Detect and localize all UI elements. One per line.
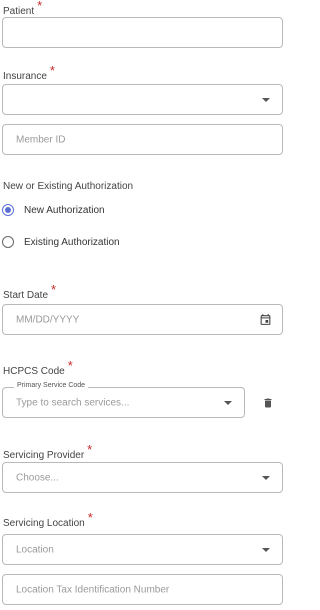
chevron-down-icon <box>262 547 270 552</box>
chevron-down-icon <box>262 475 270 480</box>
required-asterisk: * <box>51 282 57 297</box>
start-date-input[interactable]: MM/DD/YYYY <box>2 304 283 335</box>
trash-icon[interactable] <box>262 396 274 410</box>
insurance-label: Insurance * <box>3 63 55 82</box>
authorization-label: New or Existing Authorization <box>3 181 134 192</box>
member-id-input[interactable]: Member ID <box>2 124 283 155</box>
servicing-provider-select[interactable]: Choose... <box>2 462 283 493</box>
start-date-label: Start Date * <box>3 282 57 301</box>
radio-new-authorization[interactable]: New Authorization <box>2 202 105 218</box>
start-date-placeholder: MM/DD/YYYY <box>16 314 80 325</box>
servicing-provider-placeholder: Choose... <box>16 472 59 483</box>
servicing-location-label: Servicing Location * <box>3 510 93 529</box>
servicing-location-select[interactable]: Location <box>2 534 283 565</box>
member-id-placeholder: Member ID <box>16 134 66 145</box>
patient-label: Patient * <box>3 0 43 17</box>
chevron-down-icon <box>262 97 270 102</box>
required-asterisk: * <box>37 0 43 13</box>
radio-unselected-icon[interactable] <box>2 236 14 248</box>
hcpcs-label: HCPCS Code * <box>3 358 73 377</box>
service-search-placeholder: Type to search services... <box>16 397 130 408</box>
servicing-provider-label: Servicing Provider * <box>3 442 93 461</box>
radio-label: New Authorization <box>24 204 105 216</box>
required-asterisk: * <box>67 358 73 373</box>
required-asterisk: * <box>87 510 93 525</box>
location-placeholder: Location <box>16 544 54 555</box>
location-tax-id-input[interactable]: Location Tax Identification Number <box>2 574 283 605</box>
radio-selected-icon[interactable] <box>2 204 14 216</box>
insurance-select[interactable] <box>2 84 283 115</box>
calendar-icon[interactable] <box>259 313 272 326</box>
radio-label: Existing Authorization <box>24 236 120 248</box>
radio-existing-authorization[interactable]: Existing Authorization <box>2 234 120 250</box>
primary-service-code-select[interactable]: Primary Service Code Type to search serv… <box>2 382 245 418</box>
required-asterisk: * <box>49 63 55 78</box>
chevron-down-icon <box>224 400 232 405</box>
location-tax-id-placeholder: Location Tax Identification Number <box>16 584 170 595</box>
patient-input[interactable] <box>2 17 283 48</box>
primary-service-code-label: Primary Service Code <box>14 382 89 389</box>
required-asterisk: * <box>87 442 93 457</box>
